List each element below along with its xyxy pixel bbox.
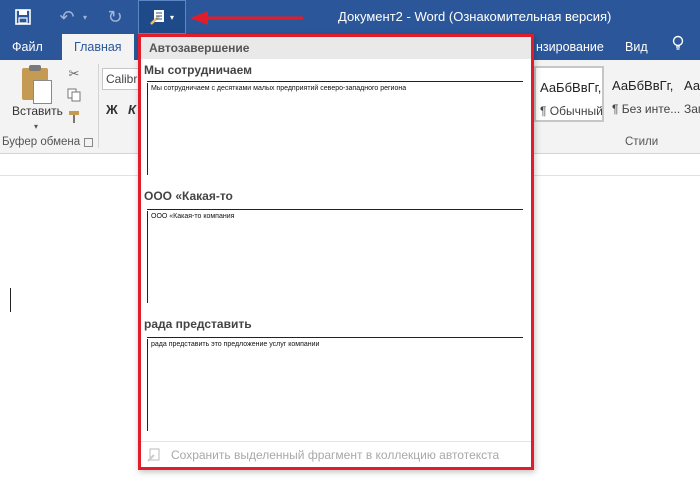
tab-view[interactable]: Вид — [625, 34, 648, 60]
undo-icon[interactable]: ↶ — [56, 0, 78, 34]
save-to-gallery-button[interactable]: Сохранить выделенный фрагмент в коллекци… — [141, 441, 531, 467]
copy-icon[interactable] — [66, 88, 82, 104]
dialog-launcher-icon[interactable] — [84, 138, 93, 147]
group-separator — [98, 64, 99, 148]
entry-divider — [147, 81, 523, 82]
clipboard-icon — [22, 65, 52, 104]
chevron-down-icon[interactable]: ▾ — [80, 0, 90, 34]
entry-divider — [147, 337, 523, 338]
clipboard-group-label: Буфер обмена — [2, 136, 81, 148]
style-normal[interactable]: АаБбВвГг, ¶ Обычный — [534, 66, 604, 122]
save-to-gallery-label: Сохранить выделенный фрагмент в коллекци… — [171, 448, 500, 462]
entry-preview-text: ООО «Какая-то компания — [151, 213, 235, 220]
styles-group-label: Стили — [625, 136, 659, 148]
window-title: Документ2 - Word (Ознакомительная версия… — [338, 9, 612, 24]
autotext-entry-name[interactable]: Мы сотрудничаем — [144, 63, 252, 77]
style-sample: Ааl — [684, 78, 700, 93]
annotation-arrow — [190, 11, 303, 25]
dropdown-header: Автозавершение — [141, 37, 531, 59]
style-heading[interactable]: Ааl Заг — [680, 66, 700, 122]
bold-button[interactable]: Ж — [106, 102, 118, 117]
autotext-icon — [150, 10, 164, 25]
save-icon[interactable] — [12, 0, 34, 34]
style-name: Заг — [684, 102, 700, 116]
entry-divider — [147, 209, 523, 210]
paste-label: Вставить — [12, 104, 63, 118]
tab-home[interactable]: Главная — [62, 34, 134, 60]
autotext-entry-preview[interactable]: ООО «Какая-то компания — [147, 211, 523, 303]
paste-button[interactable]: Вставить ▾ — [8, 65, 64, 140]
entry-preview-text: Мы сотрудничаем с десятками малых предпр… — [151, 85, 407, 92]
style-sample: АаБбВвГг, — [612, 78, 674, 93]
autotext-entry-preview[interactable]: Мы сотрудничаем с десятками малых предпр… — [147, 83, 523, 175]
style-no-spacing[interactable]: АаБбВвГг, ¶ Без инте... — [608, 66, 681, 122]
autotext-entry-name[interactable]: рада представить — [144, 317, 252, 331]
style-name: ¶ Обычный — [540, 104, 603, 118]
title-bar: ↶ ▾ ↻ ▾ Документ2 - Word (Ознакомительна… — [0, 0, 700, 34]
entry-preview-text: рада представить это предложение услуг к… — [151, 341, 320, 348]
style-sample: АаБбВвГг, — [540, 80, 602, 95]
text-cursor — [10, 288, 11, 312]
font-name-select[interactable]: Calibri — [102, 68, 142, 90]
italic-button[interactable]: К — [128, 102, 136, 117]
scissors-icon[interactable]: ✂ — [66, 66, 82, 82]
format-painter-icon[interactable] — [66, 110, 82, 126]
style-name: ¶ Без инте... — [612, 102, 681, 116]
chevron-down-icon: ▾ — [169, 12, 174, 22]
redo-icon[interactable]: ↻ — [104, 0, 126, 34]
chevron-down-icon: ▾ — [34, 122, 39, 131]
autotext-button[interactable]: ▾ — [138, 0, 186, 34]
autotext-entry-preview[interactable]: рада представить это предложение услуг к… — [147, 339, 523, 431]
tab-review[interactable]: нзирование — [536, 34, 604, 60]
lightbulb-icon[interactable] — [672, 34, 684, 60]
tab-file[interactable]: Файл — [12, 34, 43, 60]
autotext-dropdown: Автозавершение Мы сотрудничаем Мы сотруд… — [138, 34, 534, 470]
autotext-entry-name[interactable]: ООО «Какая-то — [144, 189, 233, 203]
autotext-icon — [147, 448, 161, 465]
